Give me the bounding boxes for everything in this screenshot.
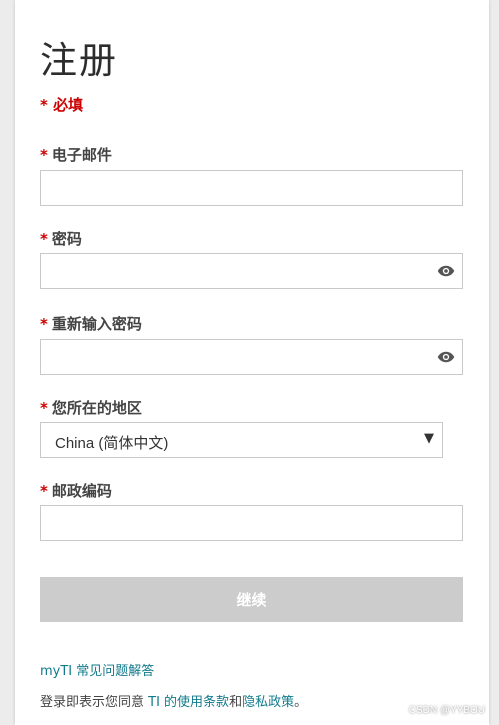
email-field-box bbox=[40, 170, 463, 206]
region-label: * 您所在的地区 bbox=[40, 397, 142, 418]
email-field[interactable] bbox=[41, 171, 441, 205]
required-star: * bbox=[40, 96, 48, 114]
postal-code-field[interactable] bbox=[41, 506, 441, 540]
required-star: * bbox=[40, 315, 48, 333]
required-star: * bbox=[40, 399, 48, 417]
region-select[interactable]: China (简体中文) ▼ bbox=[40, 422, 443, 458]
region-label-text: 您所在的地区 bbox=[51, 399, 142, 417]
terms-suffix: 。 bbox=[294, 695, 308, 710]
caret-down-icon: ▼ bbox=[424, 431, 434, 446]
terms-notice: 登录即表示您同意 TI 的使用条款和隐私政策。 bbox=[40, 691, 307, 710]
page-title: 注册 bbox=[40, 39, 118, 82]
confirm-password-label-text: 重新输入密码 bbox=[51, 315, 142, 333]
password-label: * 密码 bbox=[40, 228, 82, 249]
eye-icon[interactable] bbox=[436, 262, 456, 280]
terms-and: 和 bbox=[229, 695, 243, 710]
confirm-password-field[interactable] bbox=[41, 340, 441, 374]
required-note: * 必填 bbox=[40, 94, 83, 115]
confirm-password-label: * 重新输入密码 bbox=[40, 313, 142, 334]
region-select-value: China (简体中文) bbox=[55, 435, 169, 452]
required-note-text: 必填 bbox=[53, 96, 84, 114]
terms-of-use-link[interactable]: TI 的使用条款 bbox=[148, 695, 229, 710]
watermark: CSDN @YYBOU bbox=[408, 705, 485, 716]
required-star: * bbox=[40, 230, 48, 248]
password-label-text: 密码 bbox=[51, 230, 82, 248]
privacy-policy-link[interactable]: 隐私政策 bbox=[242, 695, 294, 710]
continue-button[interactable]: 继续 bbox=[40, 577, 463, 622]
postal-code-label-text: 邮政编码 bbox=[51, 482, 112, 500]
required-star: * bbox=[40, 146, 48, 164]
faq-link[interactable]: myTI 常见问题解答 bbox=[40, 660, 154, 679]
postal-code-label: * 邮政编码 bbox=[40, 480, 112, 501]
eye-icon[interactable] bbox=[436, 348, 456, 366]
password-field-box bbox=[40, 253, 463, 289]
password-field[interactable] bbox=[41, 254, 441, 288]
terms-prefix: 登录即表示您同意 bbox=[40, 695, 149, 710]
email-label-text: 电子邮件 bbox=[51, 146, 112, 164]
required-star: * bbox=[40, 482, 48, 500]
email-label: * 电子邮件 bbox=[40, 144, 112, 165]
confirm-password-field-box bbox=[40, 339, 463, 375]
postal-code-field-box bbox=[40, 505, 463, 541]
registration-card: 注册 * 必填 * 电子邮件 * 密码 * 重新输入密码 * 您所在的地区 Ch… bbox=[15, 0, 489, 725]
